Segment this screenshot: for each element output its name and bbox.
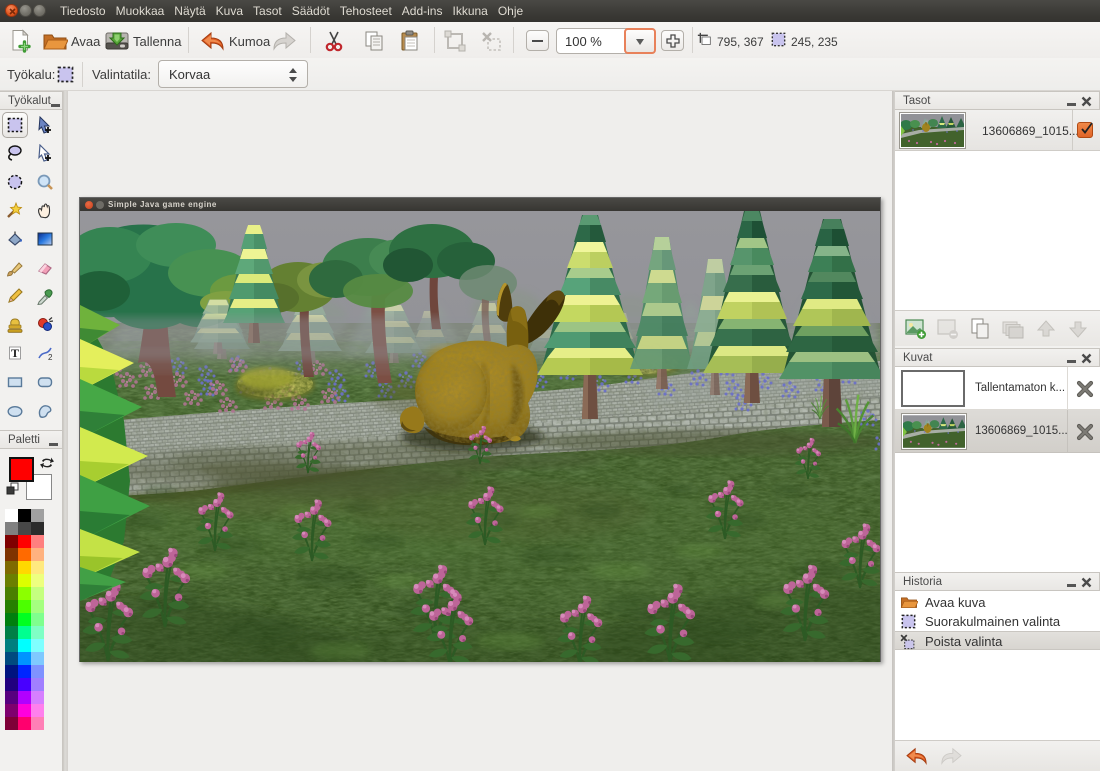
svg-text:2: 2 xyxy=(48,353,53,362)
svg-text:T: T xyxy=(11,346,19,360)
